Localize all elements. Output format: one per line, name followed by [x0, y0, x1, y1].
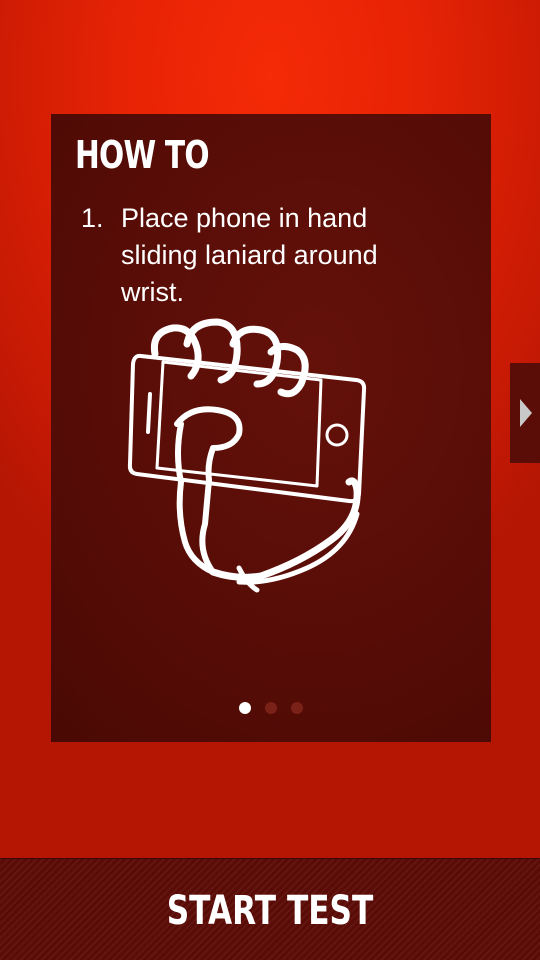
- step-text: Place phone in hand sliding laniard arou…: [121, 203, 378, 307]
- page-dot-active: [239, 702, 251, 714]
- start-test-label: START TEST: [166, 888, 374, 934]
- instruction-card[interactable]: HOW TO 1. Place phone in hand sliding la…: [51, 114, 491, 742]
- card-title: HOW TO: [75, 133, 210, 177]
- page-indicator: [51, 702, 491, 714]
- page-dot: [265, 702, 277, 714]
- chevron-right-icon: [520, 399, 532, 427]
- step-number: 1.: [81, 203, 104, 233]
- page-dot: [291, 702, 303, 714]
- start-test-button[interactable]: START TEST: [0, 858, 540, 960]
- hand-holding-phone-icon: [127, 318, 367, 593]
- next-page-button[interactable]: [510, 363, 540, 463]
